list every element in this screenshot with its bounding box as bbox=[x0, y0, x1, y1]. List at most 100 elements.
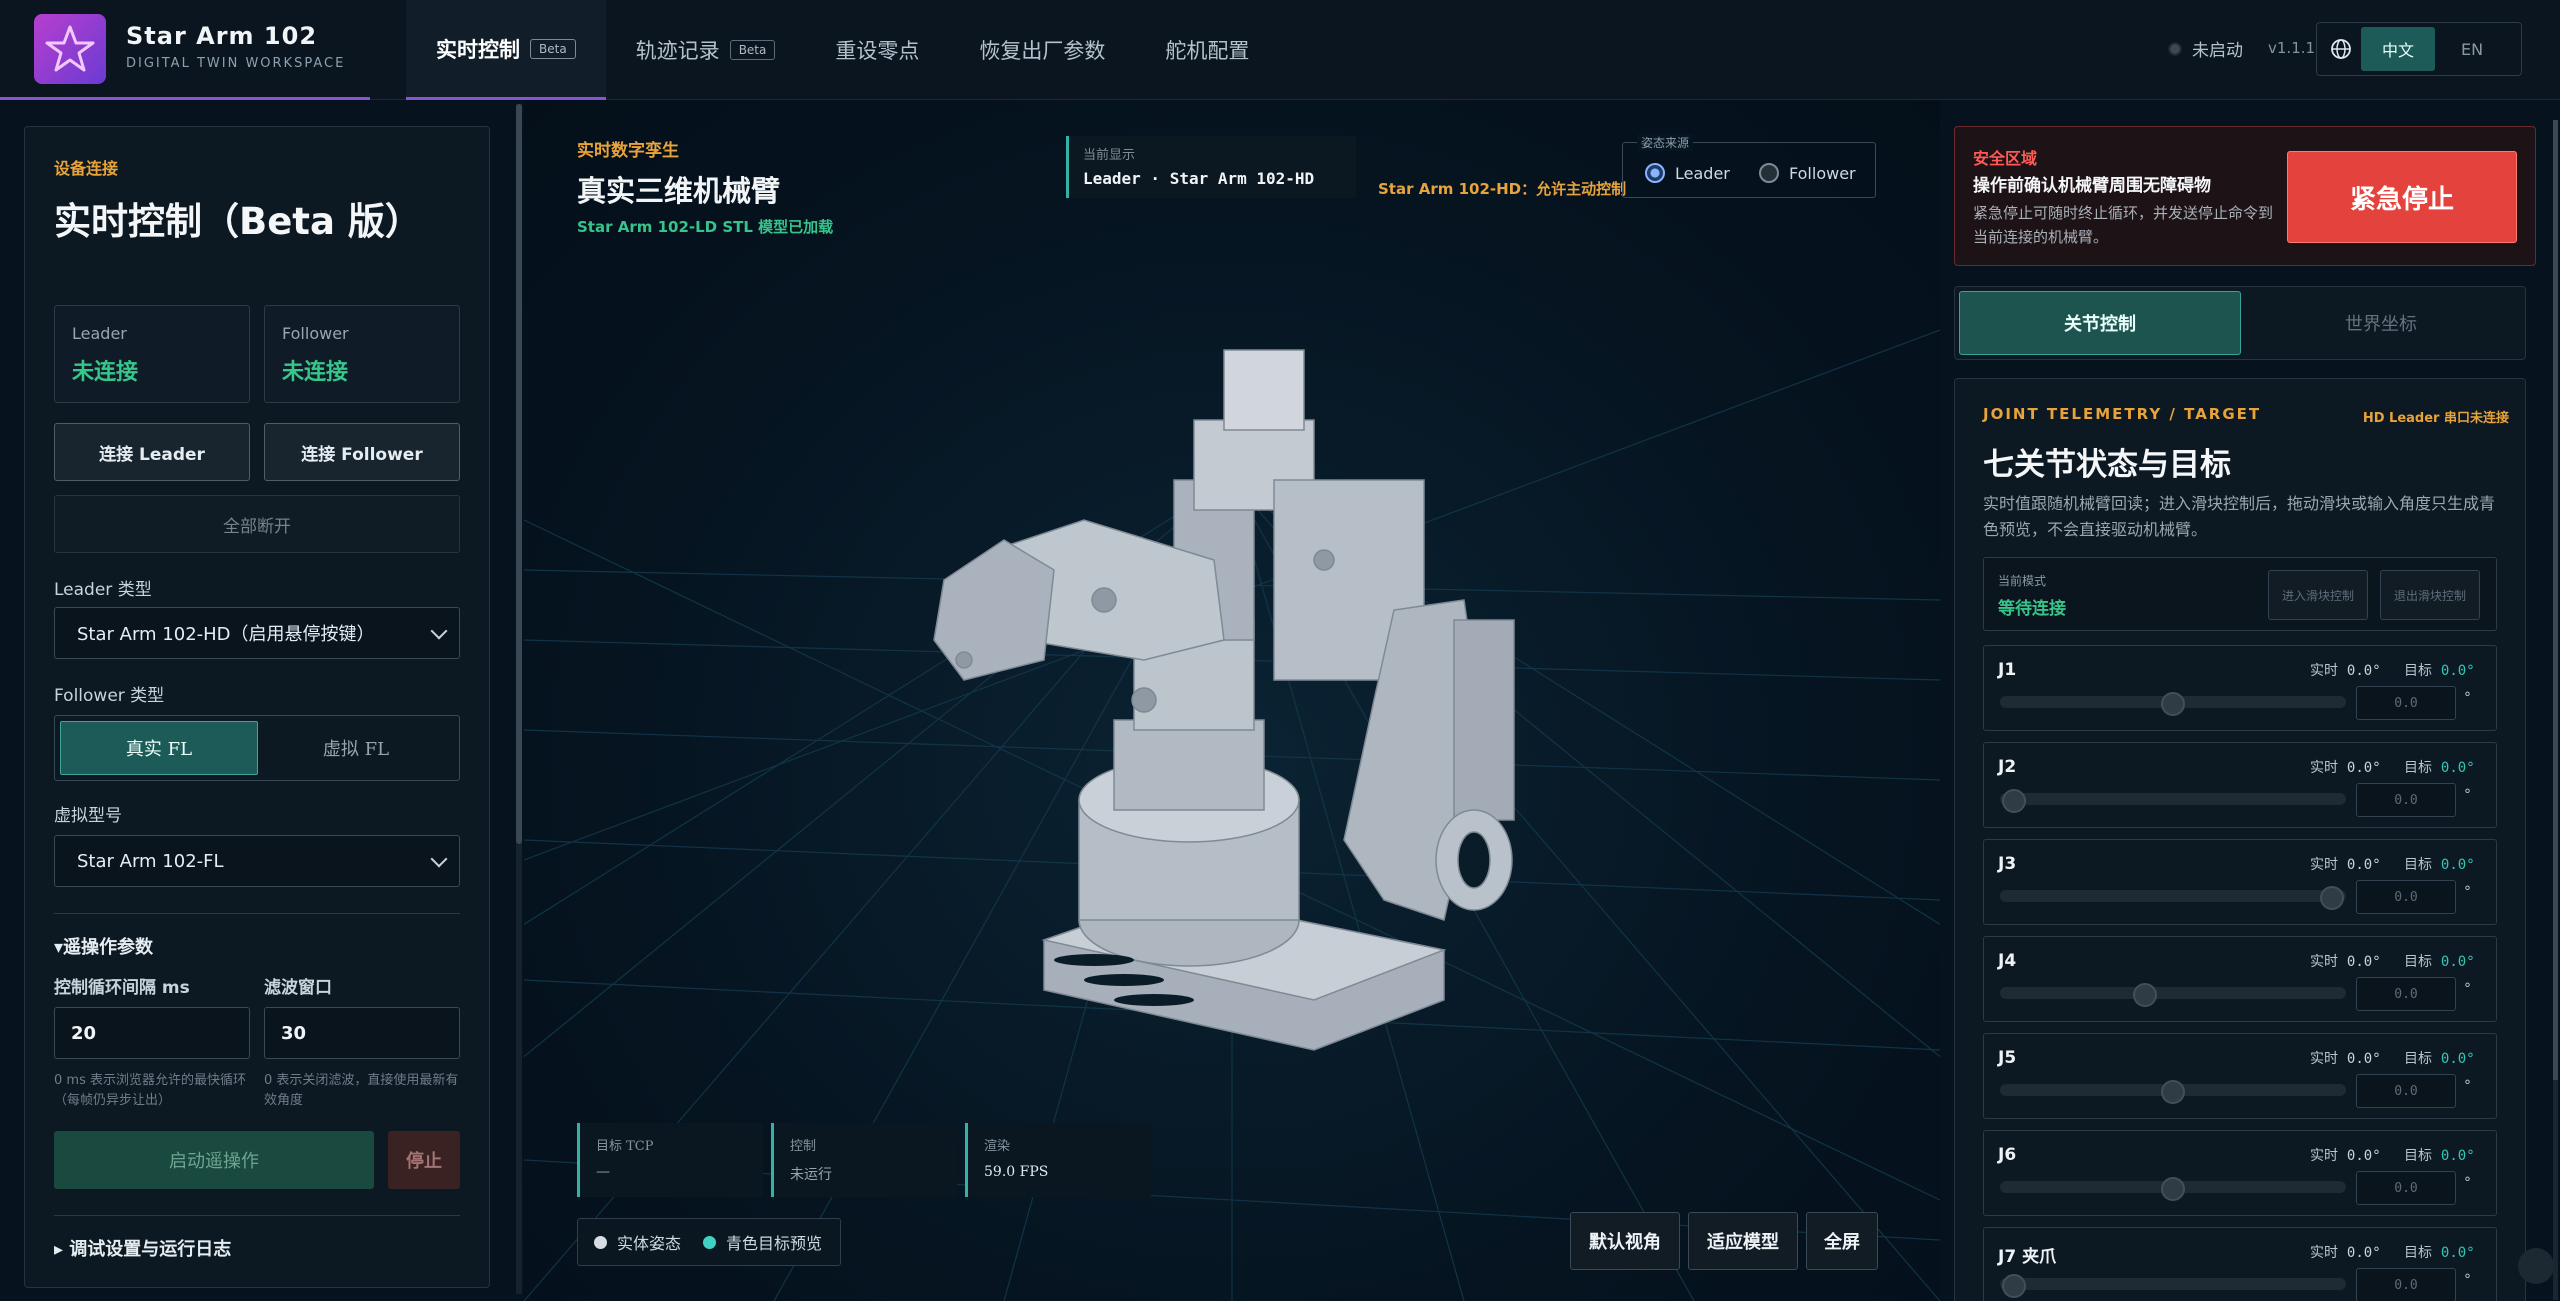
mode-label: 当前模式 bbox=[1998, 574, 2047, 588]
app-subtitle: DIGITAL TWIN WORKSPACE bbox=[126, 56, 346, 71]
legend-solid-label: 实体姿态 bbox=[617, 1234, 682, 1253]
joint-slider-track[interactable] bbox=[2000, 793, 2346, 805]
loop-interval-label: 控制循环间隔 ms bbox=[54, 978, 190, 998]
tab-world-coordinates[interactable]: 世界坐标 bbox=[2241, 291, 2521, 355]
real-value: 0.0° bbox=[2346, 1245, 2381, 1261]
joint-angle-input[interactable]: 0.0 bbox=[2356, 783, 2456, 817]
joint-slider-thumb[interactable] bbox=[2133, 983, 2158, 1007]
metric-target-tcp: 目标 TCP — bbox=[577, 1123, 763, 1197]
beta-badge: Beta bbox=[530, 38, 576, 59]
joint-angle-input[interactable]: 0.0 bbox=[2356, 1268, 2456, 1301]
lang-zh-button[interactable]: 中文 bbox=[2361, 27, 2435, 71]
fit-model-button[interactable]: 适应模型 bbox=[1688, 1212, 1798, 1270]
tab-reset-zero[interactable]: 重设零点 bbox=[805, 0, 949, 100]
joint-slider-thumb[interactable] bbox=[2001, 789, 2026, 813]
stop-button[interactable]: 停止 bbox=[388, 1131, 460, 1189]
robot-arm-model[interactable] bbox=[524, 100, 1940, 1301]
joint-slider-thumb[interactable] bbox=[2161, 1177, 2185, 1201]
radio-label: Leader bbox=[1675, 163, 1730, 183]
joint-target: 目标 0.0° bbox=[2404, 757, 2475, 777]
start-teleop-button[interactable]: 启动遥操作 bbox=[54, 1131, 374, 1189]
lang-en-button[interactable]: EN bbox=[2435, 27, 2509, 71]
leader-type-select[interactable]: Star Arm 102-HD（启用悬停按键） bbox=[54, 607, 460, 659]
joint-target: 目标 0.0° bbox=[2404, 660, 2475, 680]
joint-target: 目标 0.0° bbox=[2404, 1048, 2475, 1068]
tab-joint-control[interactable]: 关节控制 bbox=[1959, 291, 2241, 355]
joint-slider-track[interactable] bbox=[2000, 890, 2346, 902]
joint-name: J6 bbox=[1998, 1145, 2017, 1165]
enter-slider-button[interactable]: 进入滑块控制 bbox=[2268, 570, 2368, 620]
pose-leader-radio[interactable]: Leader bbox=[1645, 163, 1730, 183]
joint-row: J2 实时 0.0° 目标 0.0° 0.0 ° bbox=[1983, 742, 2497, 828]
joint-angle-input[interactable]: 0.0 bbox=[2356, 977, 2456, 1011]
app-title: Star Arm 102 bbox=[126, 22, 318, 50]
tab-factory-reset[interactable]: 恢复出厂参数 bbox=[949, 0, 1135, 100]
metric-value: 未运行 bbox=[790, 1167, 832, 1183]
device-connection-panel: 设备连接 实时控制（Beta 版） Leader 未连接 Follower 未连… bbox=[24, 126, 490, 1288]
control-permission-notice: Star Arm 102-HD：允许主动控制 bbox=[1378, 180, 1627, 198]
default-view-button[interactable]: 默认视角 bbox=[1570, 1212, 1680, 1270]
viewport-title: 真实三维机械臂 bbox=[577, 174, 781, 208]
follower-type-label: Follower 类型 bbox=[54, 686, 165, 706]
real-label: 实时 bbox=[2310, 663, 2338, 679]
virtual-model-value: Star Arm 102-FL bbox=[77, 850, 224, 872]
disconnect-all-button[interactable]: 全部断开 bbox=[54, 495, 460, 553]
tab-trajectory-record[interactable]: 轨迹记录 Beta bbox=[606, 0, 806, 100]
fullscreen-button[interactable]: 全屏 bbox=[1806, 1212, 1878, 1270]
tab-label: 实时控制 bbox=[436, 37, 520, 62]
tab-label: 重设零点 bbox=[835, 39, 920, 63]
brand: Star Arm 102 DIGITAL TWIN WORKSPACE bbox=[0, 0, 370, 100]
target-value: 0.0° bbox=[2440, 1051, 2475, 1067]
degree-unit: ° bbox=[2464, 690, 2471, 706]
joint-telemetry-panel: JOINT TELEMETRY / TARGET HD Leader 串口未连接… bbox=[1954, 378, 2526, 1301]
teleop-params-toggle[interactable]: ▾遥操作参数 bbox=[54, 933, 153, 959]
joint-row: J7 夹爪 实时 0.0° 目标 0.0° 0.0 ° bbox=[1983, 1227, 2497, 1301]
globe-icon[interactable] bbox=[2321, 29, 2361, 69]
joint-angle-input[interactable]: 0.0 bbox=[2356, 880, 2456, 914]
language-switcher: 中文 EN bbox=[2316, 22, 2522, 76]
metric-control: 控制 未运行 bbox=[771, 1123, 957, 1197]
right-scrollbar-thumb[interactable] bbox=[2553, 120, 2558, 1080]
joint-slider-thumb[interactable] bbox=[2161, 692, 2185, 716]
filter-window-input[interactable]: 30 bbox=[264, 1007, 460, 1059]
current-display-value: Leader · Star Arm 102-HD bbox=[1083, 169, 1315, 188]
virtual-model-select[interactable]: Star Arm 102-FL bbox=[54, 835, 460, 887]
joint-angle-input[interactable]: 0.0 bbox=[2356, 686, 2456, 720]
joint-slider-thumb[interactable] bbox=[2161, 1080, 2185, 1104]
leader-label: Leader bbox=[72, 324, 127, 343]
tab-realtime-control[interactable]: 实时控制 Beta bbox=[406, 0, 606, 100]
real-label: 实时 bbox=[2310, 1245, 2338, 1261]
joint-name: J2 bbox=[1998, 757, 2017, 777]
tab-servo-config[interactable]: 舵机配置 bbox=[1135, 0, 1279, 100]
follower-real-option[interactable]: 真实 FL bbox=[60, 721, 258, 775]
control-mode-tabs: 关节控制 世界坐标 bbox=[1954, 286, 2526, 360]
joint-slider-thumb[interactable] bbox=[2320, 886, 2345, 910]
follower-virtual-option[interactable]: 虚拟 FL bbox=[258, 721, 454, 775]
joint-row: J5 实时 0.0° 目标 0.0° 0.0 ° bbox=[1983, 1033, 2497, 1119]
virtual-model-label: 虚拟型号 bbox=[54, 806, 122, 826]
connect-follower-button[interactable]: 连接 Follower bbox=[264, 423, 460, 481]
radio-unchecked-icon bbox=[1759, 163, 1779, 183]
debug-log-toggle[interactable]: ▸ 调试设置与运行日志 bbox=[54, 1235, 231, 1261]
pose-follower-radio[interactable]: Follower bbox=[1759, 163, 1856, 183]
connect-leader-button[interactable]: 连接 Leader bbox=[54, 423, 250, 481]
floating-action-button[interactable] bbox=[2518, 1248, 2554, 1284]
divider bbox=[54, 1215, 460, 1216]
joint-angle-input[interactable]: 0.0 bbox=[2356, 1171, 2456, 1205]
status-text: 未启动 bbox=[2192, 41, 2243, 61]
viewport-legend: 实体姿态 青色目标预览 bbox=[577, 1218, 841, 1266]
emergency-stop-button[interactable]: 紧急停止 bbox=[2287, 151, 2517, 243]
digital-twin-viewport[interactable]: 实时数字孪生 真实三维机械臂 Star Arm 102-LD STL 模型已加载… bbox=[524, 100, 1940, 1301]
exit-slider-button[interactable]: 退出滑块控制 bbox=[2380, 570, 2480, 620]
degree-unit: ° bbox=[2464, 787, 2471, 803]
target-value: 0.0° bbox=[2440, 954, 2475, 970]
left-scrollbar-thumb[interactable] bbox=[516, 104, 522, 844]
joint-slider-thumb[interactable] bbox=[2001, 1274, 2026, 1298]
target-value: 0.0° bbox=[2440, 760, 2475, 776]
joint-angle-input[interactable]: 0.0 bbox=[2356, 1074, 2456, 1108]
target-label: 目标 bbox=[2404, 760, 2432, 776]
loop-interval-input[interactable]: 20 bbox=[54, 1007, 250, 1059]
joint-slider-track[interactable] bbox=[2000, 1278, 2346, 1290]
joint-slider-track[interactable] bbox=[2000, 987, 2346, 999]
joint-name: J3 bbox=[1998, 854, 2017, 874]
